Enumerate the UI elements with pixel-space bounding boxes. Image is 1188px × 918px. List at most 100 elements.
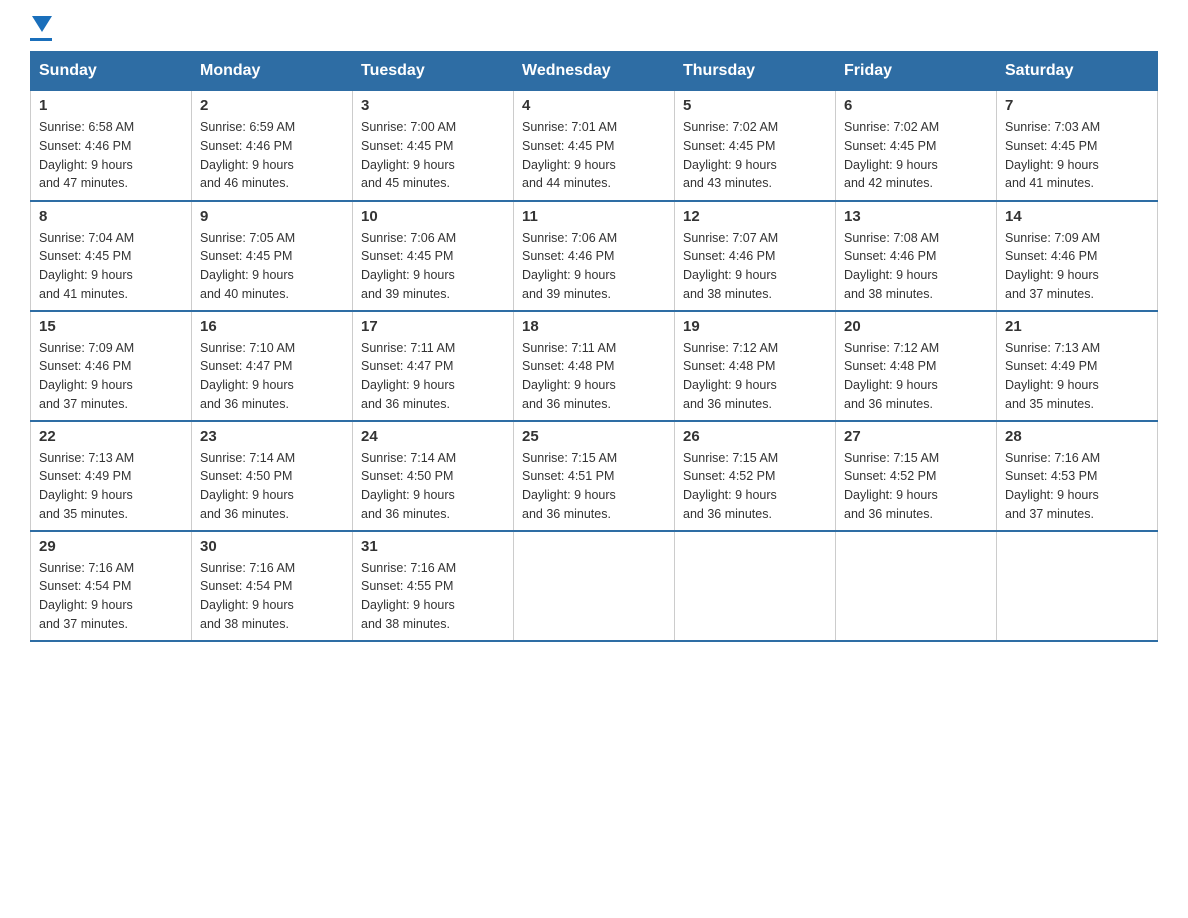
day-info: Sunrise: 7:02 AMSunset: 4:45 PMDaylight:… [683,118,827,193]
day-number: 3 [361,97,505,114]
calendar-day-cell: 3 Sunrise: 7:00 AMSunset: 4:45 PMDaylight… [353,91,514,201]
day-number: 8 [39,208,183,225]
day-info: Sunrise: 7:05 AMSunset: 4:45 PMDaylight:… [200,229,344,304]
calendar-day-cell: 29 Sunrise: 7:16 AMSunset: 4:54 PMDayligh… [31,531,192,641]
day-info: Sunrise: 7:12 AMSunset: 4:48 PMDaylight:… [844,339,988,414]
day-info: Sunrise: 7:01 AMSunset: 4:45 PMDaylight:… [522,118,666,193]
day-number: 17 [361,318,505,335]
day-number: 31 [361,538,505,555]
calendar-day-cell: 21 Sunrise: 7:13 AMSunset: 4:49 PMDayligh… [997,311,1158,421]
calendar-header-sunday: Sunday [31,52,192,91]
day-number: 21 [1005,318,1149,335]
logo [30,20,52,41]
day-number: 2 [200,97,344,114]
calendar-header-thursday: Thursday [675,52,836,91]
day-info: Sunrise: 7:04 AMSunset: 4:45 PMDaylight:… [39,229,183,304]
calendar-day-cell: 10 Sunrise: 7:06 AMSunset: 4:45 PMDayligh… [353,201,514,311]
day-number: 13 [844,208,988,225]
day-info: Sunrise: 7:08 AMSunset: 4:46 PMDaylight:… [844,229,988,304]
calendar-day-cell: 30Sunrise: 7:16 AMSunset: 4:54 PMDayligh… [192,531,353,641]
calendar-day-cell: 16 Sunrise: 7:10 AMSunset: 4:47 PMDayligh… [192,311,353,421]
day-number: 24 [361,428,505,445]
day-number: 23 [200,428,344,445]
day-number: 19 [683,318,827,335]
calendar-day-cell: 2 Sunrise: 6:59 AMSunset: 4:46 PMDaylight… [192,91,353,201]
calendar-empty-cell [514,531,675,641]
logo-triangle-icon [32,16,52,32]
day-number: 11 [522,208,666,225]
calendar-day-cell: 26 Sunrise: 7:15 AMSunset: 4:52 PMDayligh… [675,421,836,531]
calendar-day-cell: 27 Sunrise: 7:15 AMSunset: 4:52 PMDayligh… [836,421,997,531]
calendar-week-row: 8 Sunrise: 7:04 AMSunset: 4:45 PMDaylight… [31,201,1158,311]
day-info: Sunrise: 7:12 AMSunset: 4:48 PMDaylight:… [683,339,827,414]
day-info: Sunrise: 7:16 AMSunset: 4:55 PMDaylight:… [361,559,505,634]
day-info: Sunrise: 7:14 AMSunset: 4:50 PMDaylight:… [361,449,505,524]
calendar-day-cell: 1Sunrise: 6:58 AMSunset: 4:46 PMDaylight… [31,91,192,201]
day-info: Sunrise: 7:02 AMSunset: 4:45 PMDaylight:… [844,118,988,193]
calendar-day-cell: 20 Sunrise: 7:12 AMSunset: 4:48 PMDayligh… [836,311,997,421]
calendar-day-cell: 31 Sunrise: 7:16 AMSunset: 4:55 PMDayligh… [353,531,514,641]
calendar-day-cell: 13 Sunrise: 7:08 AMSunset: 4:46 PMDayligh… [836,201,997,311]
day-number: 6 [844,97,988,114]
calendar-day-cell: 4Sunrise: 7:01 AMSunset: 4:45 PMDaylight… [514,91,675,201]
day-number: 5 [683,97,827,114]
calendar-empty-cell [675,531,836,641]
day-info: Sunrise: 7:10 AMSunset: 4:47 PMDaylight:… [200,339,344,414]
day-info: Sunrise: 6:59 AMSunset: 4:46 PMDaylight:… [200,118,344,193]
calendar-day-cell: 11 Sunrise: 7:06 AMSunset: 4:46 PMDayligh… [514,201,675,311]
calendar-day-cell: 15Sunrise: 7:09 AMSunset: 4:46 PMDayligh… [31,311,192,421]
calendar-day-cell: 14Sunrise: 7:09 AMSunset: 4:46 PMDayligh… [997,201,1158,311]
day-info: Sunrise: 7:13 AMSunset: 4:49 PMDaylight:… [1005,339,1149,414]
day-number: 9 [200,208,344,225]
day-info: Sunrise: 7:15 AMSunset: 4:52 PMDaylight:… [683,449,827,524]
day-number: 27 [844,428,988,445]
calendar-header-wednesday: Wednesday [514,52,675,91]
day-info: Sunrise: 7:07 AMSunset: 4:46 PMDaylight:… [683,229,827,304]
day-number: 29 [39,538,183,555]
day-info: Sunrise: 7:06 AMSunset: 4:45 PMDaylight:… [361,229,505,304]
page-header [30,20,1158,41]
day-number: 12 [683,208,827,225]
day-number: 10 [361,208,505,225]
day-number: 7 [1005,97,1149,114]
calendar-table: SundayMondayTuesdayWednesdayThursdayFrid… [30,51,1158,642]
calendar-day-cell: 9 Sunrise: 7:05 AMSunset: 4:45 PMDaylight… [192,201,353,311]
day-info: Sunrise: 7:11 AMSunset: 4:48 PMDaylight:… [522,339,666,414]
day-number: 26 [683,428,827,445]
day-info: Sunrise: 7:14 AMSunset: 4:50 PMDaylight:… [200,449,344,524]
day-number: 20 [844,318,988,335]
day-info: Sunrise: 7:11 AMSunset: 4:47 PMDaylight:… [361,339,505,414]
day-number: 25 [522,428,666,445]
calendar-day-cell: 24 Sunrise: 7:14 AMSunset: 4:50 PMDayligh… [353,421,514,531]
calendar-header-friday: Friday [836,52,997,91]
calendar-header-tuesday: Tuesday [353,52,514,91]
day-info: Sunrise: 7:03 AMSunset: 4:45 PMDaylight:… [1005,118,1149,193]
day-info: Sunrise: 7:15 AMSunset: 4:51 PMDaylight:… [522,449,666,524]
calendar-week-row: 22Sunrise: 7:13 AMSunset: 4:49 PMDayligh… [31,421,1158,531]
day-number: 28 [1005,428,1149,445]
day-number: 30 [200,538,344,555]
day-number: 1 [39,97,183,114]
calendar-day-cell: 28 Sunrise: 7:16 AMSunset: 4:53 PMDayligh… [997,421,1158,531]
day-info: Sunrise: 7:09 AMSunset: 4:46 PMDaylight:… [39,339,183,414]
day-info: Sunrise: 7:13 AMSunset: 4:49 PMDaylight:… [39,449,183,524]
day-number: 18 [522,318,666,335]
calendar-day-cell: 18 Sunrise: 7:11 AMSunset: 4:48 PMDayligh… [514,311,675,421]
day-info: Sunrise: 7:00 AMSunset: 4:45 PMDaylight:… [361,118,505,193]
calendar-header-saturday: Saturday [997,52,1158,91]
calendar-header-monday: Monday [192,52,353,91]
day-number: 16 [200,318,344,335]
calendar-day-cell: 25 Sunrise: 7:15 AMSunset: 4:51 PMDayligh… [514,421,675,531]
calendar-day-cell: 22Sunrise: 7:13 AMSunset: 4:49 PMDayligh… [31,421,192,531]
calendar-day-cell: 23 Sunrise: 7:14 AMSunset: 4:50 PMDayligh… [192,421,353,531]
day-info: Sunrise: 7:15 AMSunset: 4:52 PMDaylight:… [844,449,988,524]
day-number: 14 [1005,208,1149,225]
calendar-week-row: 29 Sunrise: 7:16 AMSunset: 4:54 PMDayligh… [31,531,1158,641]
calendar-empty-cell [997,531,1158,641]
calendar-empty-cell [836,531,997,641]
calendar-header-row: SundayMondayTuesdayWednesdayThursdayFrid… [31,52,1158,91]
day-info: Sunrise: 7:16 AMSunset: 4:54 PMDaylight:… [39,559,183,634]
day-info: Sunrise: 7:16 AMSunset: 4:53 PMDaylight:… [1005,449,1149,524]
logo-underline [30,38,52,41]
day-info: Sunrise: 7:06 AMSunset: 4:46 PMDaylight:… [522,229,666,304]
